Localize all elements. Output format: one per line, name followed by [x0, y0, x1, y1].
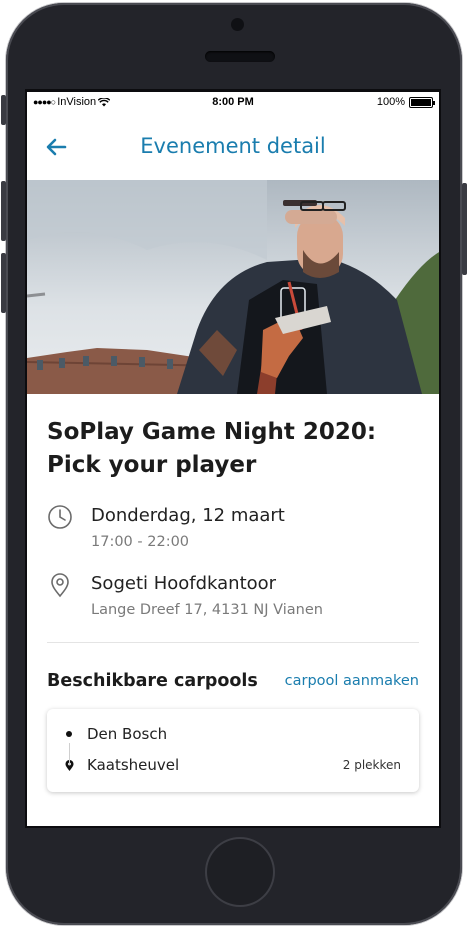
- carpool-section-header: Beschikbare carpools carpool aanmaken: [47, 671, 419, 691]
- carpool-seats: 2 plekken: [342, 758, 401, 772]
- location-address: Lange Dreef 17, 4131 NJ Vianen: [91, 602, 323, 618]
- volume-up-button: [1, 181, 6, 241]
- mute-switch: [1, 95, 6, 125]
- location-name: Sogeti Hoofdkantoor: [91, 573, 277, 594]
- earpiece-speaker: [205, 51, 275, 62]
- status-bar: ●●●●○ InVision 8:00 PM 100%: [27, 92, 439, 112]
- signal-icon: ●●●●○: [33, 97, 56, 107]
- status-time: 8:00 PM: [212, 96, 254, 108]
- back-button[interactable]: [43, 134, 71, 160]
- status-left: ●●●●○ InVision: [33, 96, 163, 108]
- wifi-icon: [98, 97, 111, 106]
- power-button: [462, 183, 467, 275]
- front-camera: [231, 18, 244, 31]
- route-origin: Den Bosch: [87, 725, 168, 743]
- event-content: SoPlay Game Night 2020: Pick your player…: [27, 416, 439, 792]
- create-carpool-link[interactable]: carpool aanmaken: [285, 673, 419, 689]
- carpool-card[interactable]: Den Bosch Kaatsheuvel 2 plekken: [47, 709, 419, 792]
- battery-icon: [408, 96, 435, 108]
- arrow-left-icon: [46, 138, 67, 156]
- event-photo: [27, 180, 439, 394]
- battery-percentage: 100%: [376, 96, 405, 108]
- location-pin-icon: [51, 573, 69, 598]
- event-location-row: Sogeti Hoofdkantoor Lange Dreef 17, 4131…: [47, 572, 419, 618]
- route-origin-row: Den Bosch: [65, 721, 401, 747]
- route-destination-row: Kaatsheuvel 2 plekken: [65, 752, 401, 778]
- volume-down-button: [1, 253, 6, 313]
- home-button[interactable]: [207, 839, 273, 905]
- event-location: Sogeti Hoofdkantoor Lange Dreef 17, 4131…: [91, 572, 323, 618]
- status-right: 100%: [303, 96, 435, 108]
- app-header: Evenement detail: [27, 112, 439, 180]
- route-connector: [69, 743, 70, 765]
- route-destination: Kaatsheuvel: [87, 756, 180, 774]
- page-title: Evenement detail: [140, 134, 326, 158]
- app-screen: ●●●●○ InVision 8:00 PM 100% Evenement de…: [25, 89, 441, 828]
- carrier-label: InVision: [57, 96, 97, 108]
- event-hero-image: [27, 180, 439, 394]
- event-datetime: Donderdag, 12 maart 17:00 - 22:00: [91, 504, 285, 550]
- event-title-line-1: SoPlay Game Night 2020:: [47, 419, 377, 445]
- section-divider: [47, 642, 419, 643]
- event-title-line-2: Pick your player: [47, 452, 257, 478]
- origin-dot-icon: [66, 731, 72, 737]
- event-datetime-row: Donderdag, 12 maart 17:00 - 22:00: [47, 504, 419, 550]
- clock-icon: [48, 505, 72, 529]
- carpool-section-title: Beschikbare carpools: [47, 671, 258, 691]
- event-title: SoPlay Game Night 2020: Pick your player: [47, 416, 419, 482]
- event-date: Donderdag, 12 maart: [91, 505, 285, 526]
- event-time: 17:00 - 22:00: [91, 534, 190, 550]
